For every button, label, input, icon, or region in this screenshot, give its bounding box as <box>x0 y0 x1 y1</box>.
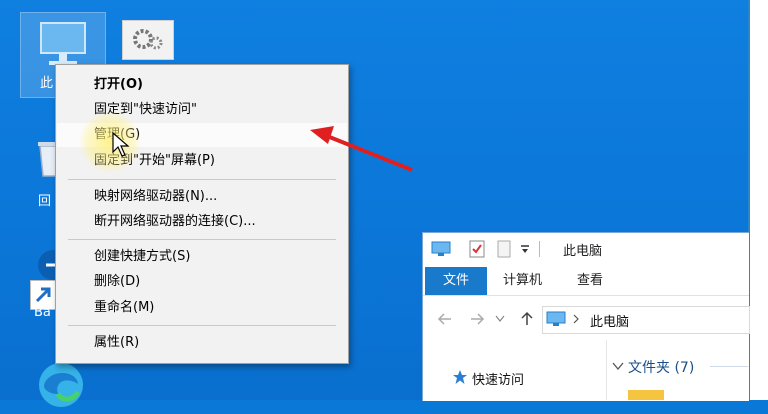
explorer-titlebar: 此电脑 <box>423 233 749 265</box>
breadcrumb-chevron-icon[interactable] <box>572 314 580 324</box>
mouse-pointer-icon <box>112 132 130 157</box>
group-header-rule <box>710 366 748 367</box>
window-title: 此电脑 <box>563 244 603 259</box>
new-folder-quick-icon[interactable] <box>497 239 511 259</box>
pane-divider <box>606 340 607 400</box>
menu-item-open[interactable]: 打开(O) <box>57 73 347 97</box>
window-edge <box>748 0 768 400</box>
menu-item-properties[interactable]: 属性(R) <box>57 331 347 355</box>
menu-item-create-shortcut[interactable]: 创建快捷方式(S) <box>57 245 347 269</box>
nav-quick-access[interactable]: 快速访问 <box>472 369 524 388</box>
menu-item-delete[interactable]: 删除(D) <box>57 270 347 294</box>
address-text[interactable]: 此电脑 <box>590 311 629 330</box>
folder-icon[interactable] <box>628 388 664 400</box>
edge-desktop-icon[interactable] <box>36 360 86 410</box>
edge-browser-icon <box>39 363 83 407</box>
menu-separator <box>68 239 336 240</box>
gear-icon <box>133 29 163 50</box>
ribbon-tab-computer[interactable]: 计算机 <box>503 267 542 295</box>
annotation-arrow-icon <box>310 126 413 172</box>
recycle-bin-label: 回 <box>38 194 52 209</box>
this-pc-icon <box>431 241 451 256</box>
ribbon-tab-file[interactable]: 文件 <box>425 267 487 295</box>
forward-arrow-icon[interactable] <box>469 311 485 327</box>
ribbon-tab-view[interactable]: 查看 <box>577 267 603 295</box>
menu-item-disconnect-drive[interactable]: 断开网络驱动器的连接(C)... <box>57 210 347 234</box>
context-menu: 打开(O) 固定到"快速访问" 管理(G) 固定到"开始"屏幕(P) 映射网络驱… <box>55 64 349 364</box>
properties-quick-icon[interactable] <box>469 239 485 259</box>
menu-separator <box>68 179 336 180</box>
back-arrow-icon[interactable] <box>437 311 453 327</box>
collapse-chevron-icon[interactable] <box>612 361 624 371</box>
address-pc-icon <box>546 311 566 326</box>
menu-separator <box>68 325 336 326</box>
menu-item-map-drive[interactable]: 映射网络驱动器(N)... <box>57 185 347 209</box>
titlebar-divider <box>539 241 540 257</box>
settings-desktop-icon[interactable] <box>122 20 174 60</box>
shortcut-label: Ba <box>34 305 51 320</box>
customize-toolbar-dropdown-icon[interactable] <box>519 243 531 255</box>
this-pc-label: 此 <box>40 76 54 91</box>
menu-item-rename[interactable]: 重命名(M) <box>57 296 347 320</box>
star-icon <box>453 370 467 384</box>
cursor-highlight <box>80 112 140 172</box>
recent-locations-dropdown-icon[interactable] <box>495 315 505 323</box>
up-arrow-icon[interactable] <box>519 311 535 327</box>
folders-group-header[interactable]: 文件夹 (7) <box>628 357 694 377</box>
